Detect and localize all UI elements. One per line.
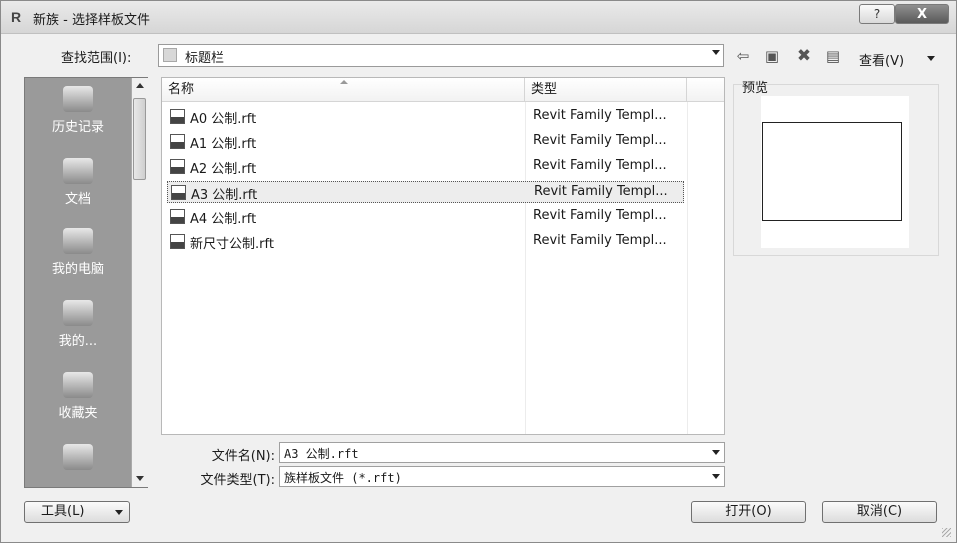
rft-file-icon	[170, 109, 185, 124]
rft-file-icon	[171, 185, 186, 200]
place-my-computer[interactable]: 我的电脑	[25, 228, 131, 277]
file-type: Revit Family Templ...	[533, 108, 667, 123]
network-icon	[63, 300, 93, 326]
documents-icon	[63, 158, 93, 184]
up-folder-icon[interactable]: ▣	[763, 47, 781, 65]
scroll-thumb[interactable]	[133, 98, 146, 180]
computer-icon	[63, 228, 93, 254]
rft-file-icon	[170, 209, 185, 224]
file-type: Revit Family Templ...	[533, 133, 667, 148]
column-header-name[interactable]: 名称	[162, 78, 525, 102]
tools-button[interactable]: 工具(L)	[24, 501, 130, 523]
place-documents[interactable]: 文档	[25, 158, 131, 207]
file-name: A2 公制.rft	[190, 162, 257, 177]
close-button[interactable]: X	[895, 4, 949, 24]
preview-label: 预览	[742, 81, 769, 96]
file-name: A3 公制.rft	[191, 188, 258, 203]
places-bar: 历史记录 文档 我的电脑 我的... 收藏夹	[24, 77, 148, 488]
file-list: 名称 类型 A0 公制.rft Revit Family Templ... A1…	[161, 77, 725, 435]
file-type: Revit Family Templ...	[533, 233, 667, 248]
filetype-select[interactable]: 族样板文件 (*.rft)	[279, 466, 725, 487]
desktop-icon	[63, 444, 93, 470]
place-network[interactable]: 我的...	[25, 300, 131, 349]
file-name: 新尺寸公制.rft	[190, 237, 274, 252]
file-name: A4 公制.rft	[190, 212, 257, 227]
file-name: A1 公制.rft	[190, 137, 257, 152]
filename-value: A3 公制.rft	[284, 447, 359, 461]
place-history[interactable]: 历史记录	[25, 86, 131, 135]
chevron-down-icon[interactable]	[927, 56, 935, 61]
filename-input[interactable]: A3 公制.rft	[279, 442, 725, 463]
file-row[interactable]: A1 公制.rft Revit Family Templ...	[167, 131, 684, 153]
sort-ascending-icon	[340, 80, 348, 84]
file-row[interactable]: A2 公制.rft Revit Family Templ...	[167, 156, 684, 178]
place-label: 我的...	[58, 334, 98, 349]
file-row-selected[interactable]: A3 公制.rft Revit Family Templ...	[167, 181, 684, 203]
scroll-up-icon[interactable]	[136, 83, 144, 88]
chevron-down-icon	[115, 510, 123, 515]
places-scrollbar[interactable]	[131, 78, 148, 487]
select-template-dialog: R 新族 - 选择样板文件 ? X 查找范围(I): 标题栏 ⇦ ▣ ✖ ▤ 查…	[0, 0, 957, 543]
delete-icon[interactable]: ✖	[795, 46, 813, 66]
scroll-down-icon[interactable]	[136, 476, 144, 481]
open-button[interactable]: 打开(O)	[691, 501, 806, 523]
look-in-combobox[interactable]: 标题栏	[158, 44, 724, 67]
history-icon	[63, 86, 93, 112]
column-header-extra[interactable]	[687, 78, 724, 102]
file-row[interactable]: A0 公制.rft Revit Family Templ...	[167, 106, 684, 128]
place-label: 收藏夹	[58, 406, 98, 421]
place-label: 历史记录	[51, 120, 104, 135]
window-title: 新族 - 选择样板文件	[33, 13, 150, 28]
place-desktop[interactable]	[25, 444, 131, 474]
tools-button-label: 工具(L)	[41, 504, 85, 519]
view-menu-button[interactable]: 查看(V)	[859, 50, 904, 69]
file-name: A0 公制.rft	[190, 112, 257, 127]
chevron-down-icon[interactable]	[712, 474, 720, 479]
title-bar: R 新族 - 选择样板文件 ? X	[1, 1, 956, 34]
filename-label: 文件名(N):	[211, 449, 275, 464]
file-type: Revit Family Templ...	[534, 184, 668, 199]
file-type: Revit Family Templ...	[533, 158, 667, 173]
place-favorites[interactable]: 收藏夹	[25, 372, 131, 421]
look-in-label: 查找范围(I):	[61, 51, 132, 66]
rft-file-icon	[170, 159, 185, 174]
filetype-label: 文件类型(T):	[200, 473, 275, 488]
favorites-icon	[63, 372, 93, 398]
place-label: 我的电脑	[51, 262, 104, 277]
filetype-value: 族样板文件 (*.rft)	[284, 471, 402, 485]
column-header-type[interactable]: 类型	[525, 78, 687, 102]
resize-grip-icon[interactable]	[942, 528, 951, 537]
column-header-name-label: 名称	[168, 82, 195, 97]
file-row[interactable]: A4 公制.rft Revit Family Templ...	[167, 206, 684, 228]
new-folder-icon[interactable]: ▤	[824, 47, 842, 65]
revit-app-icon: R	[11, 9, 22, 25]
cancel-button[interactable]: 取消(C)	[822, 501, 937, 523]
rft-file-icon	[170, 134, 185, 149]
column-divider	[687, 102, 688, 434]
look-in-value: 标题栏	[185, 51, 225, 66]
rft-file-icon	[170, 234, 185, 249]
place-label: 文档	[64, 192, 91, 207]
preview-thumbnail	[762, 122, 902, 221]
file-type: Revit Family Templ...	[533, 208, 667, 223]
help-button[interactable]: ?	[859, 4, 895, 24]
folder-icon	[163, 48, 177, 62]
chevron-down-icon[interactable]	[712, 50, 720, 55]
chevron-down-icon[interactable]	[712, 450, 720, 455]
file-row[interactable]: 新尺寸公制.rft Revit Family Templ...	[167, 231, 684, 253]
back-arrow-icon[interactable]: ⇦	[734, 47, 752, 65]
